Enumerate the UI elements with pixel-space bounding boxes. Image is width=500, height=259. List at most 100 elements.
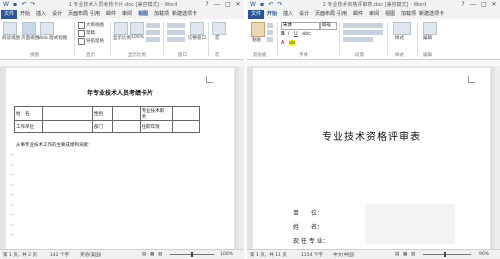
redo-icon[interactable]: ↷ <box>29 1 37 8</box>
tab-new[interactable]: 新建选项卡 <box>172 11 197 18</box>
font-name-box[interactable]: 宋体 <box>281 22 320 30</box>
undo-icon[interactable]: ↶ <box>20 1 28 8</box>
zoom-label: 显示比例 <box>113 36 131 41</box>
table-cell[interactable] <box>171 120 201 133</box>
font-size-box[interactable]: 四号 <box>320 22 337 30</box>
web-layout-status-icon[interactable]: ▥ <box>411 252 415 257</box>
page-count[interactable]: 第 1 页，共 11 页 <box>250 252 287 258</box>
maximize-button[interactable]: □ <box>223 0 233 9</box>
close-button[interactable]: ✕ <box>489 0 499 9</box>
vertical-scrollbar[interactable] <box>495 66 500 250</box>
tab-design[interactable]: 设计 <box>52 11 62 18</box>
table-cell[interactable] <box>42 106 93 121</box>
tab-mailings[interactable]: 邮件 <box>106 11 116 18</box>
tab-addins[interactable]: 加载项 <box>401 11 416 18</box>
save-icon[interactable]: ▪ <box>258 1 266 8</box>
arrange-all-button[interactable] <box>167 30 185 35</box>
draft-checkbox[interactable] <box>78 30 85 37</box>
undo-icon[interactable]: ↶ <box>267 1 275 8</box>
minimize-button[interactable]: — <box>468 0 478 9</box>
bold-icon[interactable]: B <box>281 31 285 37</box>
italic-icon[interactable]: I <box>288 31 289 37</box>
tab-design[interactable]: 设计 <box>299 11 309 18</box>
minimize-button[interactable]: — <box>212 0 222 9</box>
language[interactable]: 英语(美国) <box>80 252 102 258</box>
tab-mailings[interactable]: 邮件 <box>353 11 363 18</box>
word-count[interactable]: 1154 个字 <box>301 252 323 258</box>
multi-page-button[interactable] <box>146 30 160 35</box>
zoom-slider[interactable] <box>423 254 471 255</box>
print-layout-status-icon[interactable]: ▦ <box>403 252 407 257</box>
table-cell[interactable] <box>42 120 93 133</box>
read-mode-icon[interactable] <box>3 22 17 35</box>
styles-icon[interactable] <box>393 22 411 35</box>
split-button[interactable] <box>167 37 185 42</box>
editing-icon[interactable] <box>423 22 437 35</box>
help-button[interactable]: ? <box>202 0 212 9</box>
outline-label: 大纲视图 <box>86 23 104 28</box>
word-count[interactable]: 142 个字 <box>50 252 69 258</box>
tab-home[interactable]: 开始 <box>267 11 277 18</box>
web-layout-icon[interactable] <box>40 22 54 35</box>
new-window-button[interactable] <box>167 23 185 28</box>
highlight-icon[interactable]: ab <box>289 40 296 46</box>
tab-layout[interactable]: 页面布局 <box>315 11 335 18</box>
zoom-icon[interactable] <box>114 22 128 35</box>
tab-view[interactable]: 视图 <box>385 11 395 18</box>
zoom-slider-thumb[interactable] <box>191 252 193 257</box>
read-mode-status-icon[interactable]: ▤ <box>142 252 146 257</box>
web-layout-status-icon[interactable]: ▥ <box>158 252 162 257</box>
cut-button[interactable] <box>267 23 273 28</box>
maximize-button[interactable]: □ <box>479 0 489 9</box>
zoom-slider-thumb[interactable] <box>444 252 446 257</box>
paragraph-mark: ↵ <box>11 152 15 157</box>
zoom-100-icon[interactable] <box>130 22 144 35</box>
align-buttons[interactable] <box>343 30 383 35</box>
format-painter-button[interactable] <box>267 37 273 42</box>
shading-buttons[interactable] <box>343 37 373 42</box>
paste-icon[interactable] <box>251 22 265 37</box>
underline-icon[interactable]: U <box>294 31 298 37</box>
tab-home[interactable]: 开始 <box>20 11 30 18</box>
document-area[interactable]: 年专业技术人员考绩卡片 姓 名 性别 专业技术职 务 工作单位 部门 任职年限 <box>0 66 244 253</box>
page-count[interactable]: 第 1 页，共 2 页 <box>3 252 37 258</box>
table-cell[interactable] <box>112 120 141 133</box>
tab-view[interactable]: 视图 <box>138 11 148 18</box>
document-page[interactable]: 专业技术资格评审表 单 位： 姓 名： 现 任 专 业： <box>253 68 490 253</box>
close-button[interactable]: ✕ <box>233 0 243 9</box>
table-cell[interactable] <box>171 106 201 121</box>
print-layout-icon[interactable] <box>22 22 36 35</box>
font-color-icon[interactable]: A <box>281 40 284 46</box>
tab-file[interactable]: 文件 <box>248 10 265 19</box>
tab-file[interactable]: 文件 <box>1 10 18 19</box>
read-mode-status-icon[interactable]: ▤ <box>395 252 399 257</box>
list-buttons[interactable] <box>343 23 383 28</box>
tab-layout[interactable]: 页面布局 <box>68 11 88 18</box>
zoom-percent[interactable]: 100% <box>220 252 233 257</box>
tab-references[interactable]: 引用 <box>337 11 347 18</box>
document-page[interactable]: 年专业技术人员考绩卡片 姓 名 性别 专业技术职 务 工作单位 部门 任职年限 <box>6 68 234 253</box>
help-button[interactable]: ? <box>458 0 468 9</box>
table-cell[interactable] <box>112 106 141 121</box>
print-layout-status-icon[interactable]: ▦ <box>150 252 154 257</box>
tab-review[interactable]: 审阅 <box>122 11 132 18</box>
macros-icon[interactable] <box>212 22 226 35</box>
tab-insert[interactable]: 插入 <box>283 11 293 18</box>
tab-insert[interactable]: 插入 <box>36 11 46 18</box>
redo-icon[interactable]: ↷ <box>276 1 284 8</box>
document-area[interactable]: 专业技术资格评审表 单 位： 姓 名： 现 任 专 业： <box>247 66 500 253</box>
nav-pane-checkbox[interactable] <box>78 38 85 45</box>
tab-references[interactable]: 引用 <box>90 11 100 18</box>
page-width-button[interactable] <box>146 37 160 42</box>
tab-new[interactable]: 新建选项卡 <box>419 11 444 18</box>
tab-addins[interactable]: 加载项 <box>154 11 169 18</box>
language[interactable]: 中文(中国) <box>333 252 355 258</box>
tab-review[interactable]: 审阅 <box>369 11 379 18</box>
copy-button[interactable] <box>267 30 273 35</box>
save-icon[interactable]: ▪ <box>11 1 19 8</box>
one-page-button[interactable] <box>146 23 160 28</box>
zoom-percent[interactable]: 90% <box>479 252 489 257</box>
outline-checkbox[interactable] <box>78 22 85 29</box>
switch-windows-icon[interactable] <box>190 22 204 35</box>
strikethrough-icon[interactable]: abc <box>302 31 311 37</box>
